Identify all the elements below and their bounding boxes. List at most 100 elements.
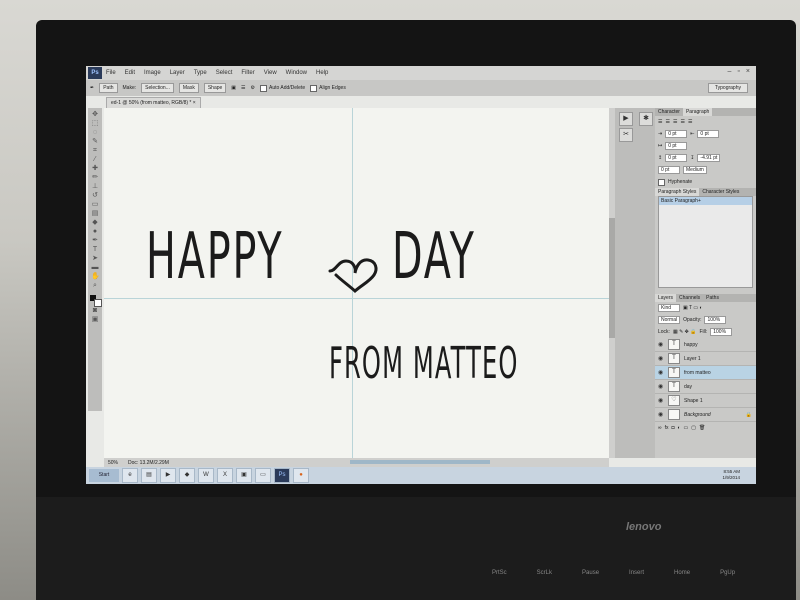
space-after-field[interactable]: -4.91 pt — [697, 154, 721, 162]
fill-field[interactable]: 100% — [710, 328, 733, 336]
style-item-basic[interactable]: Basic Paragraph+ — [659, 197, 752, 205]
first-line-indent-field[interactable]: 0 pt — [665, 142, 688, 150]
photoshop-taskbar-icon[interactable]: Ps — [274, 468, 290, 483]
space-before-field[interactable]: 0 pt — [665, 154, 688, 162]
crop-tool-icon[interactable]: ⌗ — [91, 147, 99, 154]
zoom-tool-icon[interactable]: ⌕ — [91, 282, 99, 289]
settings-icon[interactable]: ✱ — [639, 112, 653, 126]
word-icon[interactable]: W — [198, 468, 214, 483]
quick-mask-icon[interactable]: ◙ — [91, 307, 99, 314]
background-color[interactable] — [94, 299, 102, 307]
hand-tool-icon[interactable]: ✋ — [91, 273, 100, 280]
screen-mode-icon[interactable]: ▣ — [91, 316, 99, 323]
excel-icon[interactable]: X — [217, 468, 233, 483]
kinsoku-field[interactable]: 0 pt — [658, 166, 680, 174]
menu-edit[interactable]: Edit — [125, 70, 135, 76]
gear-icon[interactable]: ⚙ — [251, 85, 255, 91]
eyedropper-tool-icon[interactable]: ⁄ — [91, 156, 99, 163]
lock-icons[interactable]: ▦ ✎ ✥ 🔒 — [673, 329, 697, 335]
history-icon[interactable]: ▶ — [619, 112, 633, 126]
layer-row[interactable]: ◉ Tday — [655, 380, 756, 394]
color-swatches[interactable] — [90, 295, 102, 307]
layer-row[interactable]: ◉ Thappy — [655, 338, 756, 352]
menu-view[interactable]: View — [264, 70, 277, 76]
eraser-tool-icon[interactable]: ▭ — [91, 201, 99, 208]
menu-select[interactable]: Select — [216, 70, 233, 76]
firefox-icon[interactable]: ● — [293, 468, 309, 483]
eye-icon[interactable]: ◉ — [658, 383, 664, 390]
selection-button[interactable]: Selection... — [141, 83, 174, 93]
horizontal-scrollbar[interactable] — [350, 460, 490, 464]
doc-info[interactable]: Doc: 13.2M/2.29M — [128, 460, 169, 466]
layer-row-selected[interactable]: ◉ Tfrom matteo — [655, 366, 756, 380]
zoom-level[interactable]: 50% — [108, 460, 118, 466]
lasso-tool-icon[interactable]: ◌ — [91, 129, 99, 136]
fx-icon[interactable]: fx — [665, 425, 669, 431]
path-operations-icon[interactable]: ▣ — [231, 85, 236, 91]
tab-character-styles[interactable]: Character Styles — [699, 188, 742, 196]
menu-layer[interactable]: Layer — [170, 70, 185, 76]
folder-icon[interactable]: ▭ — [255, 468, 271, 483]
tab-paragraph[interactable]: Paragraph — [682, 108, 713, 116]
explorer-icon[interactable]: ▤ — [141, 468, 157, 483]
trash-icon[interactable]: 🗑 — [699, 425, 705, 431]
justify-all-icon[interactable]: ☰ — [688, 119, 692, 125]
eye-icon[interactable]: ◉ — [658, 355, 664, 362]
eye-icon[interactable]: ◉ — [658, 341, 664, 348]
mask-icon[interactable]: ◘ — [671, 425, 674, 431]
eye-icon[interactable]: ◉ — [658, 411, 664, 418]
path-select-icon[interactable]: ➤ — [91, 255, 99, 262]
tab-character[interactable]: Character — [655, 108, 683, 116]
tab-paths[interactable]: Paths — [703, 294, 722, 302]
align-center-icon[interactable]: ☰ — [665, 119, 669, 125]
indent-left-field[interactable]: 0 pt — [665, 130, 688, 138]
menu-help[interactable]: Help — [316, 70, 328, 76]
layer-row[interactable]: ◉ T Layer 1 — [655, 352, 756, 366]
menu-filter[interactable]: Filter — [241, 70, 254, 76]
pdf-icon[interactable]: ◆ — [179, 468, 195, 483]
opacity-field[interactable]: 100% — [704, 316, 727, 324]
shape-button[interactable]: Shape — [203, 83, 227, 93]
close-tab-icon[interactable]: × — [191, 100, 196, 106]
tools-preset-icon[interactable]: ✂ — [619, 128, 633, 142]
align-right-icon[interactable]: ☰ — [673, 119, 677, 125]
composer-select[interactable]: Medium — [683, 166, 707, 174]
healing-tool-icon[interactable]: ✚ — [91, 165, 99, 172]
history-brush-icon[interactable]: ↺ — [91, 192, 99, 199]
eye-icon[interactable]: ◉ — [658, 369, 664, 376]
stamp-tool-icon[interactable]: ⊥ — [91, 183, 99, 190]
auto-add-delete-checkbox[interactable]: Auto Add/Delete — [260, 84, 305, 92]
new-layer-icon[interactable]: ▢ — [691, 425, 696, 431]
link-icon[interactable]: ∞ — [658, 425, 662, 431]
app-icon[interactable]: ▣ — [236, 468, 252, 483]
menu-window[interactable]: Window — [286, 70, 307, 76]
tab-paragraph-styles[interactable]: Paragraph Styles — [655, 188, 700, 196]
gradient-tool-icon[interactable]: ▤ — [91, 210, 99, 217]
ie-icon[interactable]: e — [122, 468, 138, 483]
document-canvas[interactable]: HAPPY DAY FROM MATTEO — [104, 108, 609, 458]
filter-icons[interactable]: ▣ T ▭ ◐ — [683, 305, 703, 311]
close-button[interactable]: × — [746, 68, 750, 75]
clock-date[interactable]: 1/9/2014 — [722, 475, 740, 481]
menu-type[interactable]: Type — [194, 70, 207, 76]
media-icon[interactable]: ▶ — [160, 468, 176, 483]
mask-button[interactable]: Mask — [178, 83, 199, 93]
quick-select-tool-icon[interactable]: ✎ — [91, 138, 99, 145]
tab-channels[interactable]: Channels — [676, 294, 703, 302]
pen-tool-icon[interactable]: ✒ — [91, 237, 99, 244]
minimize-button[interactable]: – — [728, 68, 732, 75]
maximize-button[interactable]: ▫ — [737, 68, 739, 75]
layer-row[interactable]: ◉ Background 🔒 — [655, 408, 756, 422]
path-mode-select[interactable]: Path — [99, 83, 118, 93]
hyphenate-checkbox[interactable] — [658, 178, 665, 186]
marquee-tool-icon[interactable]: ⬚ — [91, 120, 99, 127]
justify-icon[interactable]: ☰ — [680, 119, 684, 125]
brush-tool-icon[interactable]: ✏ — [91, 174, 99, 181]
shape-tool-icon[interactable]: ▬ — [91, 264, 99, 271]
path-alignment-icon[interactable]: ☰ — [241, 85, 245, 91]
start-button[interactable]: Start — [89, 469, 119, 482]
workspace-select[interactable]: Typography — [707, 83, 748, 93]
blur-tool-icon[interactable]: ◆ — [91, 219, 99, 226]
indent-right-field[interactable]: 0 pt — [697, 130, 720, 138]
type-tool-icon[interactable]: T — [91, 246, 99, 253]
